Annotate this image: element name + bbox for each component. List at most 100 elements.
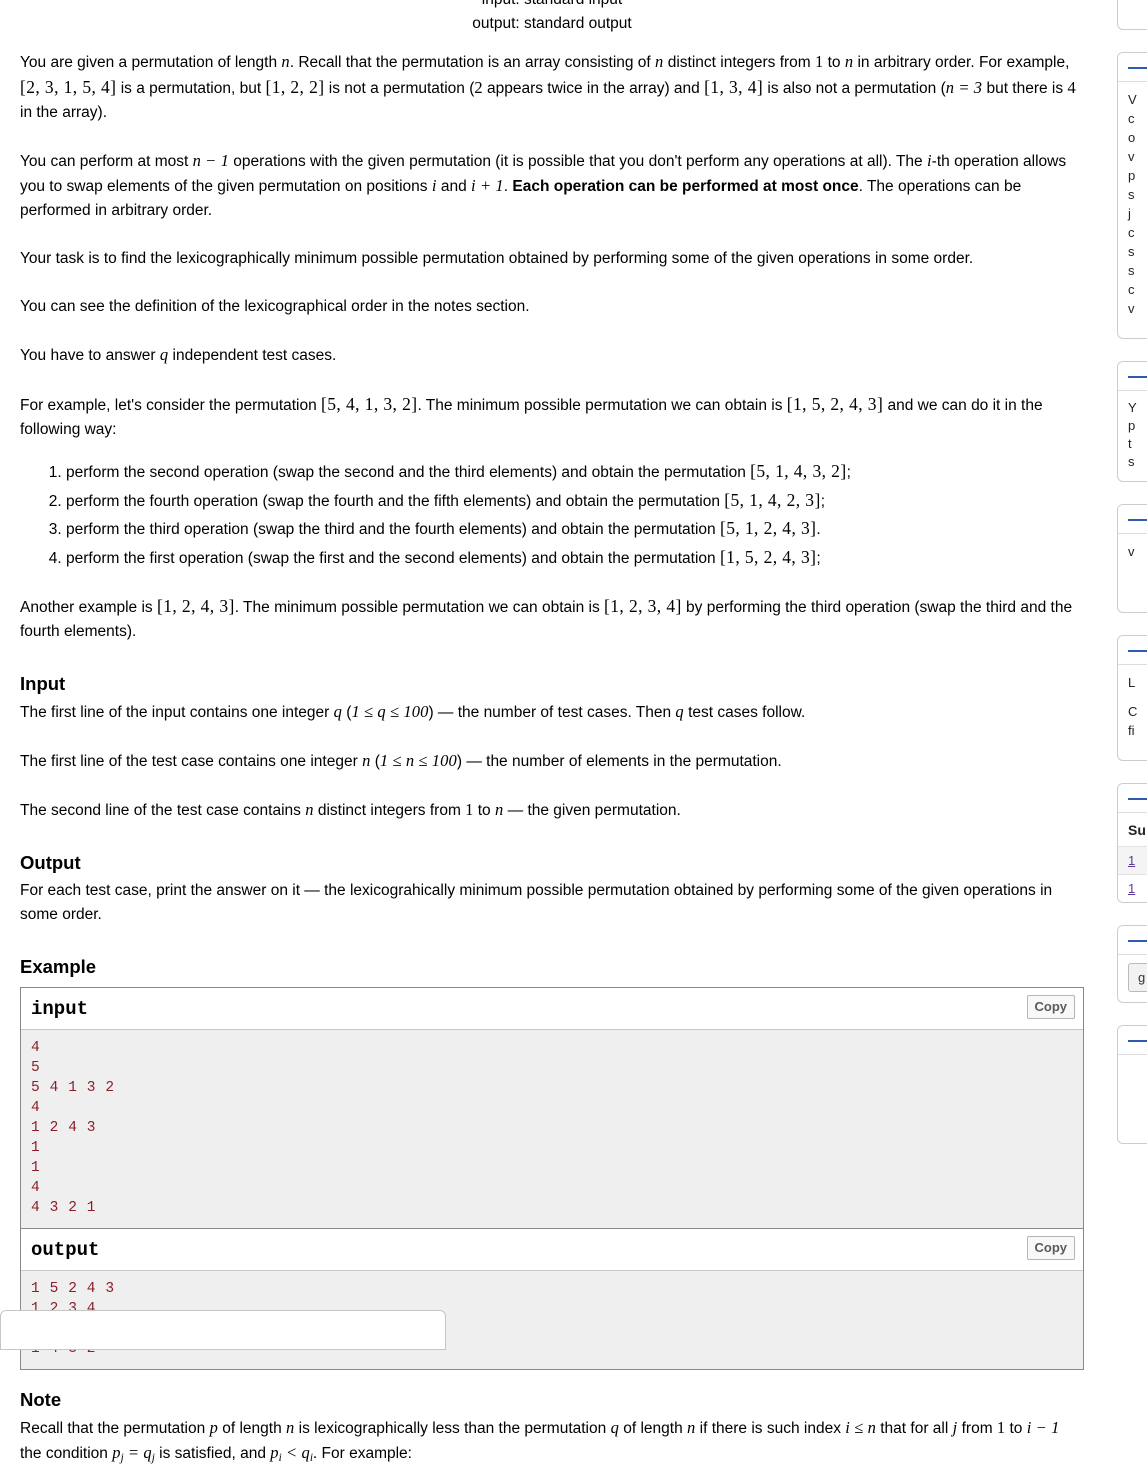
text-fragment: appears twice in the array) and: [482, 80, 705, 97]
sidebar-line: j: [1128, 206, 1131, 221]
math-array: [1, 2, 4, 3]: [157, 596, 235, 616]
header-rule: [1128, 798, 1147, 800]
copy-output-button[interactable]: Copy: [1026, 1236, 1075, 1260]
paragraph-lex-order-note: You can see the definition of the lexico…: [20, 298, 530, 315]
sidebar-box-body: V c o v p s j c s s c v: [1118, 82, 1147, 338]
text-fragment: is not a permutation (: [324, 80, 475, 97]
sidebar-line: p: [1128, 168, 1136, 183]
step-text: perform the first operation (swap the fi…: [66, 549, 720, 567]
input-spec-line: input: standard input: [0, 0, 1104, 12]
math-n-equals-3: n = 3: [945, 78, 983, 97]
math-array: [5, 1, 4, 3, 2]: [750, 461, 847, 481]
math-q-range: 1 ≤ q ≤ 100: [351, 702, 429, 721]
math-number: 4: [1067, 78, 1076, 97]
sidebar-line: C: [1128, 704, 1138, 719]
sidebar-box-secondary[interactable]: Y p t s: [1117, 361, 1147, 482]
header-rule: [1128, 376, 1147, 378]
text-fragment: Recall that the permutation: [20, 1420, 210, 1437]
sidebar-box-tertiary[interactable]: v: [1117, 504, 1147, 613]
text-fragment: if there is such index: [695, 1420, 846, 1437]
sidebar-box-header: [1118, 505, 1147, 534]
sidebar-line: s: [1128, 187, 1135, 202]
sample-input-data[interactable]: 4 5 5 4 1 3 2 4 1 2 4 3 1 1 4 4 3 2 1: [21, 1030, 1083, 1228]
step-text: perform the fourth operation (swap the f…: [66, 492, 725, 510]
header-rule: [1128, 67, 1147, 69]
text-fragment: The second line of the test case contain…: [20, 802, 306, 819]
text-fragment: For example, let's consider the permutat…: [20, 397, 322, 414]
text-fragment: is satisfied, and: [154, 1445, 271, 1462]
text-fragment: You have to answer: [20, 347, 160, 364]
sidebar-line: t: [1128, 436, 1132, 451]
math-q: q: [159, 345, 169, 364]
header-rule: [1128, 1040, 1147, 1042]
sidebar-box-footer-stub[interactable]: [1117, 1025, 1147, 1144]
copy-input-button[interactable]: Copy: [1026, 995, 1075, 1019]
sidebar-line: c: [1128, 111, 1135, 126]
sample-input-block: input Copy 4 5 5 4 1 3 2 4 1 2 4 3 1 1 4…: [20, 987, 1084, 1228]
sidebar-box-announcement[interactable]: V c o v p s j c s s c v: [1117, 52, 1147, 339]
section-title-input: Input: [20, 673, 66, 694]
math-array: [1, 5, 2, 4, 3]: [719, 546, 817, 567]
text-fragment: ) — the number of test cases. Then: [428, 704, 676, 721]
text-fragment: in the array).: [20, 104, 108, 121]
sidebar-box-header: [1118, 784, 1147, 813]
sidebar-line: v: [1128, 301, 1135, 316]
sidebar-box-action[interactable]: g: [1117, 925, 1147, 1003]
math-array: [1, 5, 2, 4, 3]: [786, 394, 884, 414]
paragraph-input-n: The first line of the test case contains…: [20, 735, 1084, 784]
math-array: [2, 3, 1, 5, 4]: [20, 77, 117, 97]
table-row[interactable]: 1: [1118, 874, 1147, 902]
math-array: [1, 3, 4]: [704, 77, 764, 97]
text-fragment: is also not a permutation (: [763, 80, 946, 97]
sidebar-box-header: [1118, 53, 1147, 82]
text-fragment: to: [823, 54, 845, 71]
paragraph-another-example: Another example is [1, 2, 4, 3]. The min…: [20, 580, 1084, 654]
text-fragment: ) — the number of elements in the permut…: [456, 753, 782, 770]
section-title-output: Output: [20, 852, 81, 873]
problem-page: input: standard input output: standard o…: [0, 0, 1147, 1464]
text-fragment: is a permutation, but: [116, 80, 266, 97]
text-fragment: of length: [618, 1420, 687, 1437]
sidebar-line: v: [1128, 149, 1135, 164]
paragraph-output-desc: For each test case, print the answer on …: [20, 882, 1053, 923]
text-fragment: and: [436, 178, 472, 195]
math-n-range: 1 ≤ n ≤ 100: [379, 751, 457, 770]
sidebar-line: fi: [1128, 723, 1135, 738]
text-fragment: that for all: [875, 1420, 953, 1437]
sidebar-line: c: [1128, 225, 1135, 240]
sidebar-box-submissions[interactable]: Su 1 1: [1117, 783, 1147, 903]
problem-statement-column: input: standard input output: standard o…: [0, 0, 1104, 1480]
text-fragment: Another example is: [20, 599, 157, 616]
submission-link[interactable]: 1: [1128, 881, 1135, 896]
sidebar-box-header: [1118, 926, 1147, 955]
math-q: q: [675, 702, 684, 721]
list-item: perform the second operation (swap the s…: [66, 458, 1084, 487]
sidebar-line: o: [1128, 130, 1136, 145]
table-row[interactable]: 1: [1118, 846, 1147, 874]
problem-io-header: input: standard input output: standard o…: [0, 0, 1104, 36]
sidebar-action-button[interactable]: g: [1128, 963, 1147, 992]
math-array: [5, 1, 2, 4, 3]: [719, 518, 817, 538]
text-fragment: but there is: [982, 80, 1068, 97]
text-fragment: independent test cases.: [168, 347, 337, 364]
math-array: [5, 4, 1, 3, 2]: [321, 394, 418, 414]
sidebar-box-problem-links[interactable]: L C fi: [1117, 635, 1147, 761]
math-n-minus-1: n − 1: [192, 151, 229, 170]
text-fragment: of length: [217, 1420, 286, 1437]
sidebar-line: c: [1128, 282, 1135, 297]
text-fragment: to: [473, 802, 495, 819]
step-terminator: .: [816, 521, 821, 538]
math-n: n: [844, 52, 854, 71]
math-less-than-q: < q: [281, 1443, 310, 1462]
text-fragment: . For example:: [312, 1445, 412, 1462]
math-array: [1, 2, 3, 4]: [604, 596, 682, 616]
math-n: n: [305, 800, 314, 819]
submission-link[interactable]: 1: [1128, 853, 1135, 868]
list-item: perform the first operation (swap the fi…: [66, 544, 1084, 573]
sidebar-line: L: [1128, 675, 1136, 690]
sidebar-box-top-stub: [1117, 0, 1147, 30]
paragraph-note-lex-def: Recall that the permutation p of length …: [20, 1414, 1084, 1480]
sidebar-box-body: Y p t s: [1118, 391, 1147, 481]
